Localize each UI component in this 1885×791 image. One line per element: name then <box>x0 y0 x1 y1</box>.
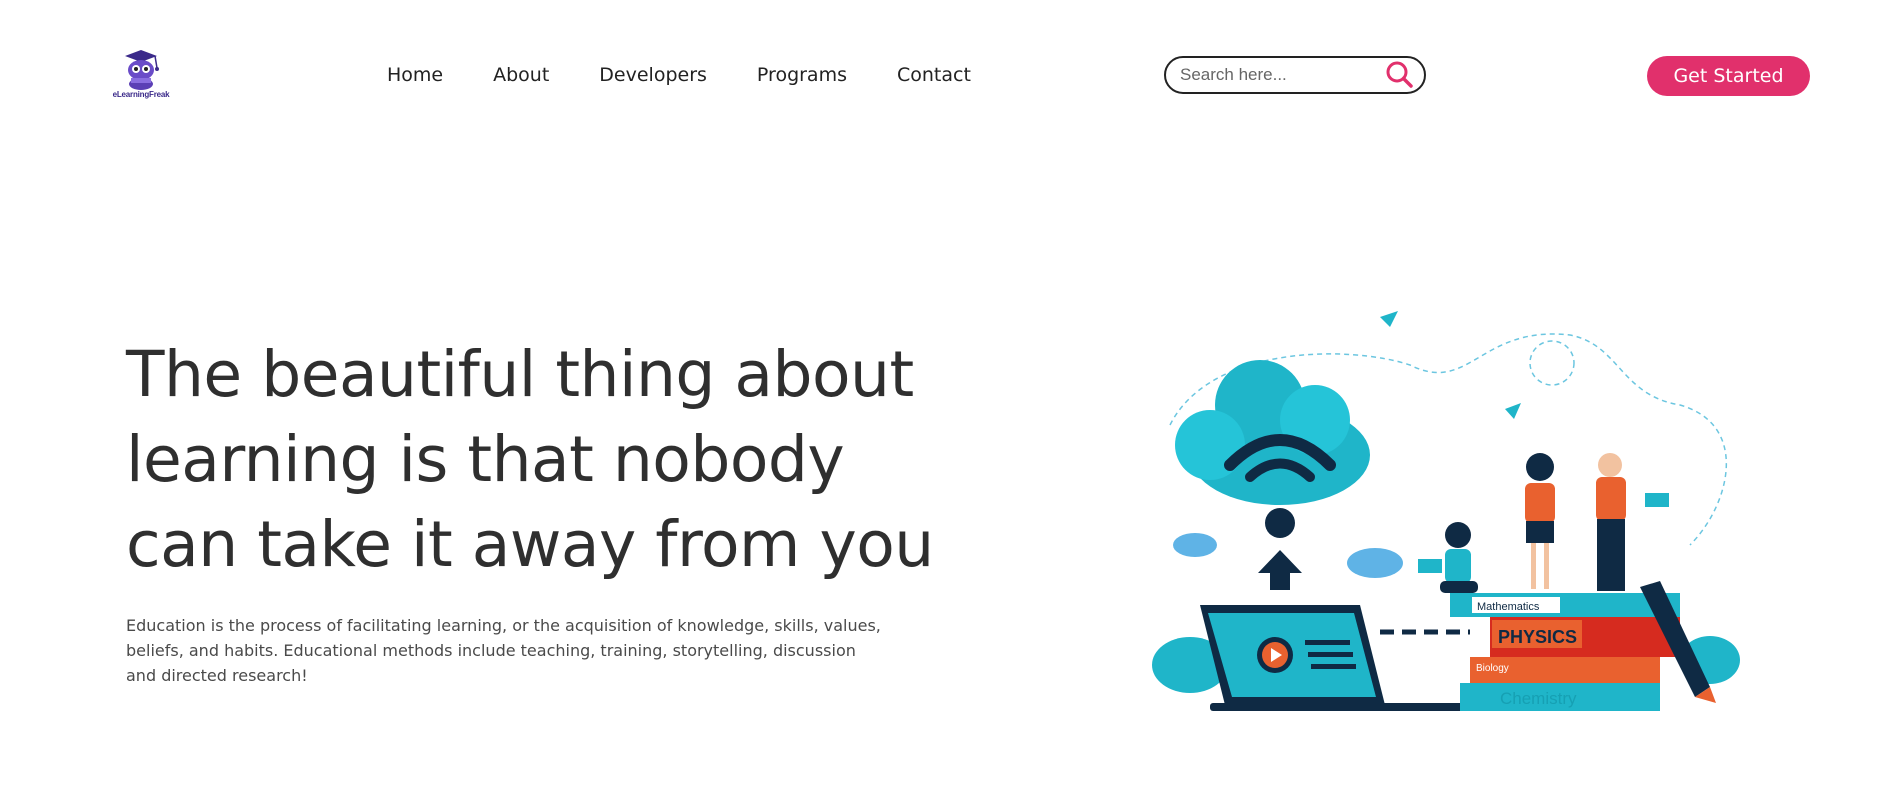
student-standing <box>1525 453 1555 589</box>
books-stack: Chemistry Biology PHYSICS Mathematics <box>1450 593 1680 711</box>
svg-text:PHYSICS: PHYSICS <box>1498 627 1577 647</box>
search-box <box>1164 56 1426 94</box>
upload-arrow-icon <box>1258 550 1302 590</box>
cloud-wifi-icon <box>1175 360 1370 538</box>
nav-about[interactable]: About <box>493 64 549 86</box>
main-nav: Home About Developers Programs Contact <box>387 64 971 86</box>
teacher-standing <box>1596 453 1669 591</box>
hero-title: The beautiful thing about learning is th… <box>126 338 934 581</box>
get-started-button[interactable]: Get Started <box>1647 56 1810 96</box>
logo[interactable]: eLearningFreak <box>103 46 179 102</box>
search-icon[interactable] <box>1384 60 1414 90</box>
student-sitting <box>1418 522 1478 593</box>
svg-text:Chemistry: Chemistry <box>1500 689 1577 708</box>
paper-plane-icon-2 <box>1505 403 1521 419</box>
search-input[interactable] <box>1178 64 1384 86</box>
hero-description: Education is the process of facilitating… <box>126 616 881 685</box>
nav-programs[interactable]: Programs <box>757 64 847 86</box>
logo-icon <box>125 50 159 90</box>
nav-developers[interactable]: Developers <box>599 64 707 86</box>
nav-contact[interactable]: Contact <box>897 64 971 86</box>
site-header: eLearningFreak Home About Developers Pro… <box>0 0 1885 150</box>
laptop-icon <box>1200 605 1470 711</box>
logo-text: eLearningFreak <box>112 90 170 99</box>
paper-plane-icon <box>1380 311 1398 327</box>
online-learning-illustration: Chemistry Biology PHYSICS Mathematics <box>1152 311 1740 711</box>
svg-text:Mathematics: Mathematics <box>1477 601 1540 613</box>
nav-home[interactable]: Home <box>387 64 443 86</box>
svg-text:Biology: Biology <box>1476 663 1509 674</box>
